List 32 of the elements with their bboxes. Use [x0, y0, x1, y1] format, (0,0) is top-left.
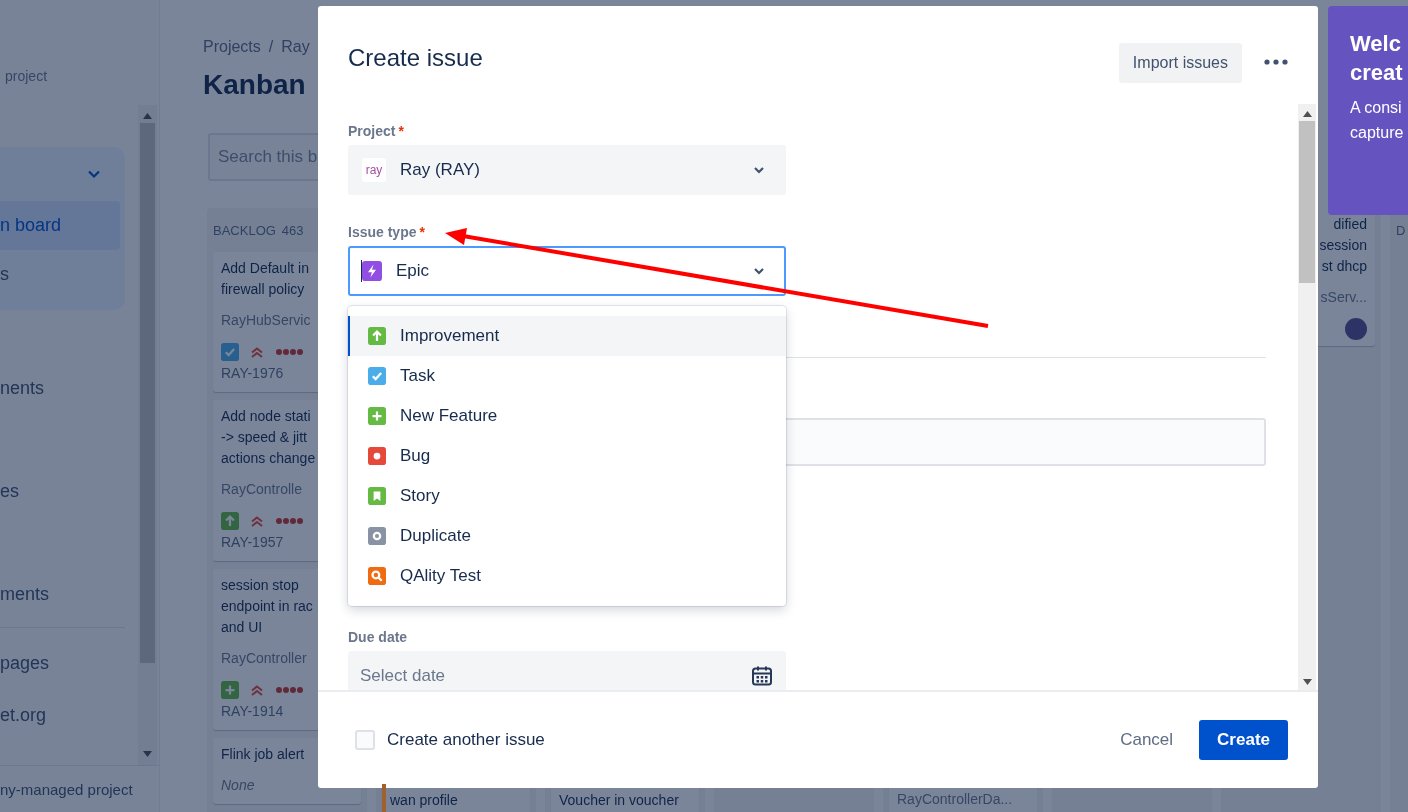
card-title: Flink job alert: [221, 745, 306, 764]
column-title: D: [1396, 222, 1406, 238]
column-title: BACKLOG: [213, 222, 276, 238]
card-component: RayHubServic: [221, 311, 312, 330]
card-title: Voucher in voucher: [559, 791, 680, 810]
sidebar-caption: project: [5, 68, 48, 84]
field-label: Issue type: [348, 224, 417, 240]
column-count: 463: [281, 222, 304, 238]
card-title: session stop endpoint in rac and UI: [221, 576, 314, 637]
card-component: None: [221, 776, 256, 795]
card-component: RayControllerDa...: [897, 790, 1014, 809]
board-title: Kanban: [203, 68, 306, 102]
project-avatar: ray: [362, 158, 386, 182]
breadcrumb-separator: /: [268, 37, 274, 57]
card-component: RayControlle: [221, 480, 303, 499]
welcome-title: Welc creat: [1350, 30, 1404, 87]
card-title: Add Default in firewall policy: [221, 259, 310, 299]
card-component: RayController: [221, 649, 308, 668]
issue-key: RAY-1957: [221, 532, 353, 553]
checkbox-label: Create another issue: [387, 730, 546, 750]
required-asterisk: *: [419, 224, 425, 240]
card-title: dified session st dhcp: [1318, 215, 1367, 276]
issue-key: RAY-1914: [221, 701, 353, 722]
field-label: Project: [348, 123, 396, 139]
required-asterisk: *: [398, 123, 404, 139]
card-title: wan profile: [390, 791, 459, 810]
sidebar-footer-text: ny-managed project: [0, 780, 133, 798]
dialog-title: Create issue: [348, 44, 484, 72]
card-title: Add node stati -> speed & jitt actions change: [221, 407, 317, 468]
card-component: sServ...: [1319, 288, 1367, 307]
welcome-text: A consi capture: [1350, 98, 1405, 143]
issue-key: RAY-1976: [221, 363, 353, 384]
